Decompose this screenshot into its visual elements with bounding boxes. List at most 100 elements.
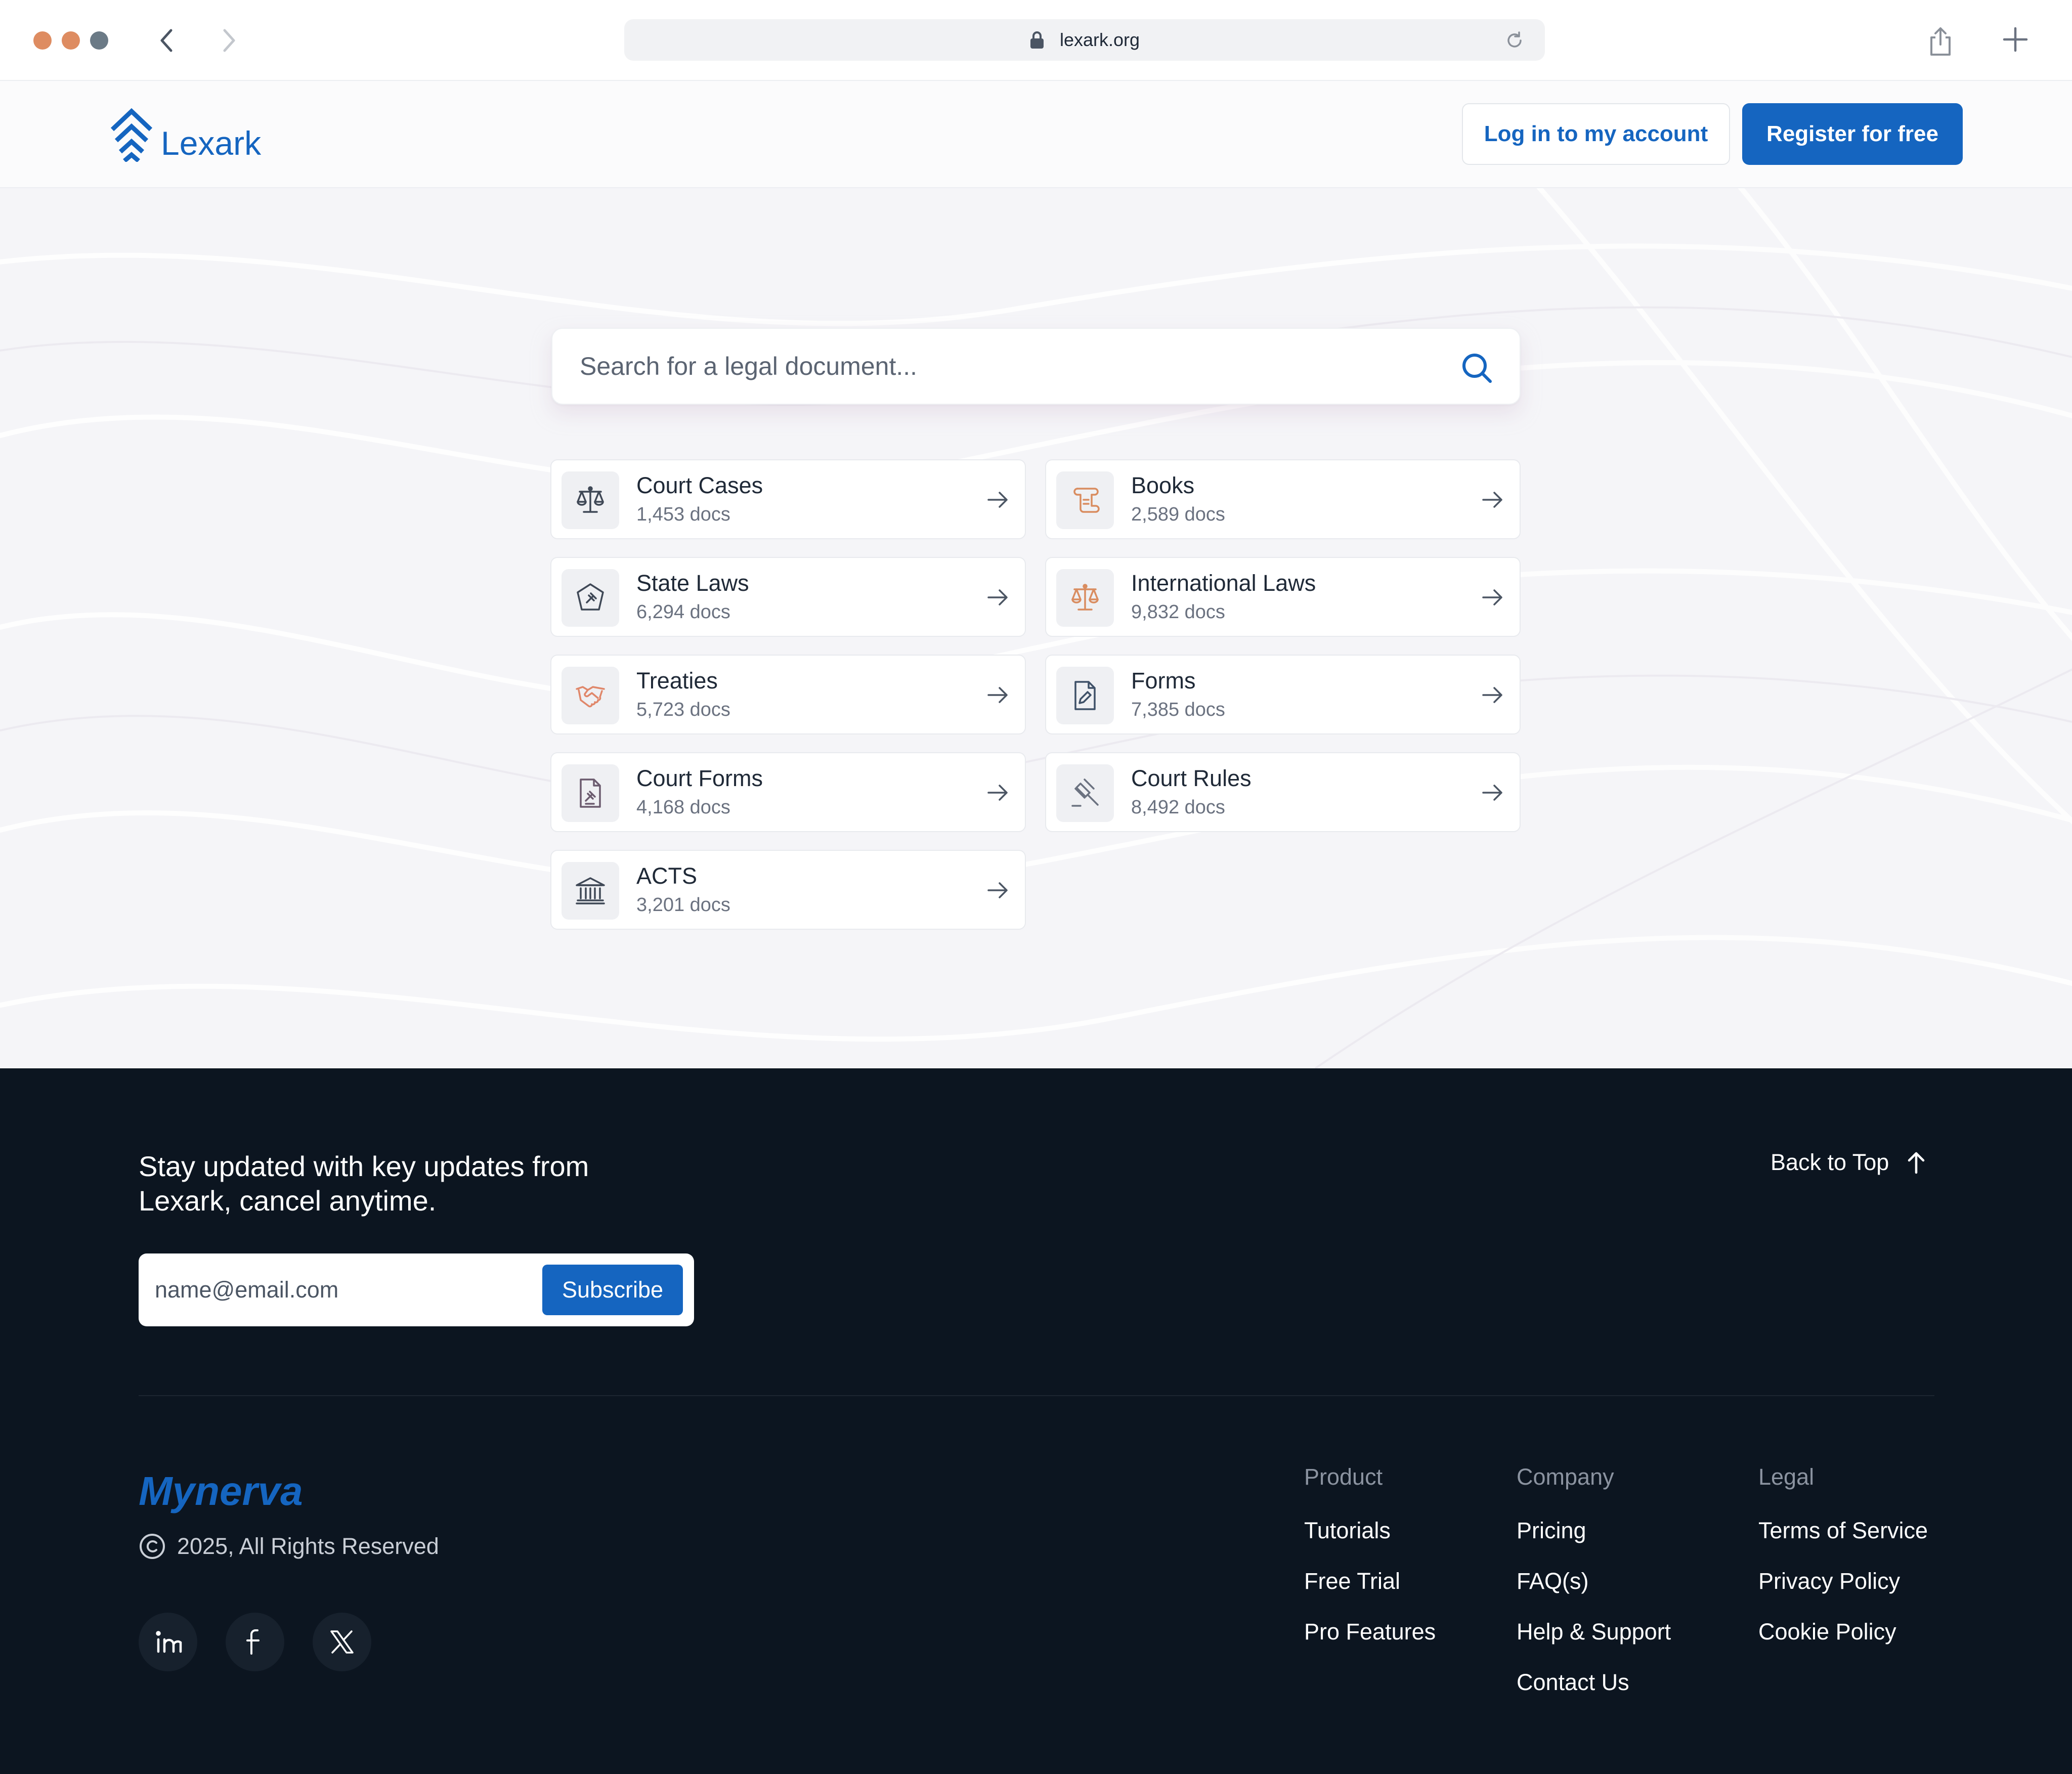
- category-title: Treaties: [636, 668, 718, 694]
- footer-link-help-support[interactable]: Help & Support: [1517, 1619, 1671, 1669]
- login-button[interactable]: Log in to my account: [1462, 103, 1730, 165]
- arrow-right-icon: [987, 785, 1008, 801]
- copyright-text: 2025, All Rights Reserved: [177, 1533, 439, 1559]
- category-card-international-laws[interactable]: International Laws 9,832 docs: [1045, 557, 1521, 637]
- footer-link-faqs[interactable]: FAQ(s): [1517, 1568, 1671, 1619]
- category-title: International Laws: [1131, 570, 1316, 596]
- category-icon-box: [1056, 667, 1114, 724]
- linkedin-icon: [156, 1631, 182, 1653]
- copyright: 2025, All Rights Reserved: [139, 1533, 439, 1560]
- browser-chrome: lexark.org: [0, 0, 2072, 81]
- lock-icon: [1030, 31, 1044, 49]
- footer-link-free-trial[interactable]: Free Trial: [1304, 1568, 1436, 1619]
- arrow-right-icon: [1482, 492, 1502, 508]
- category-count: 4,168 docs: [636, 797, 730, 818]
- brand-name: Lexark: [161, 124, 262, 162]
- category-title: State Laws: [636, 570, 749, 596]
- document-gavel-icon: [580, 778, 601, 808]
- footer-link-tutorials[interactable]: Tutorials: [1304, 1518, 1436, 1568]
- copyright-icon: [140, 1534, 165, 1559]
- arrow-right-icon: [1482, 687, 1502, 703]
- scroll-icon: [1073, 488, 1100, 513]
- category-card-court-cases[interactable]: Court Cases 1,453 docs: [550, 459, 1026, 539]
- x-link[interactable]: [313, 1613, 371, 1671]
- search-icon[interactable]: [1460, 351, 1493, 384]
- courthouse-icon: [576, 877, 605, 904]
- logo[interactable]: Lexark: [108, 107, 261, 162]
- newsletter-line-2: Lexark, cancel anytime.: [139, 1185, 437, 1217]
- category-card-court-rules[interactable]: Court Rules 8,492 docs: [1045, 752, 1521, 832]
- gavel-badge-icon: [577, 583, 604, 611]
- category-icon-box: [1056, 471, 1114, 529]
- category-icon-box: [1056, 764, 1114, 822]
- category-title: ACTS: [636, 863, 698, 889]
- category-count: 7,385 docs: [1131, 699, 1225, 720]
- footer-divider: [139, 1395, 1934, 1396]
- category-icon-box: [562, 667, 619, 724]
- footer-brand[interactable]: Mynerva: [139, 1468, 303, 1515]
- close-window-button[interactable]: [33, 31, 52, 50]
- category-count: 5,723 docs: [636, 699, 730, 720]
- share-icon[interactable]: [1927, 26, 1954, 57]
- footer-link-pro-features[interactable]: Pro Features: [1304, 1619, 1436, 1669]
- linkedin-link[interactable]: [139, 1613, 197, 1671]
- category-title: Books: [1131, 472, 1195, 498]
- category-count: 9,832 docs: [1131, 601, 1225, 623]
- subscribe-button[interactable]: Subscribe: [542, 1265, 683, 1315]
- arrow-up-icon: [1908, 1152, 1925, 1174]
- footer-link-cookies[interactable]: Cookie Policy: [1758, 1619, 1928, 1669]
- category-icon-box: [562, 764, 619, 822]
- category-card-acts[interactable]: ACTS 3,201 docs: [550, 850, 1026, 930]
- category-count: 8,492 docs: [1131, 797, 1225, 818]
- footer-link-contact-us[interactable]: Contact Us: [1517, 1669, 1671, 1720]
- footer-column-legal: Legal Terms of Service Privacy Policy Co…: [1758, 1464, 1928, 1669]
- forward-button[interactable]: [212, 24, 245, 57]
- maximize-window-button[interactable]: [90, 31, 108, 50]
- site-header: Lexark Log in to my account Register for…: [0, 81, 2072, 188]
- footer-column-heading: Company: [1517, 1464, 1614, 1490]
- scales-icon: [577, 486, 604, 513]
- category-icon-box: [562, 471, 619, 529]
- category-icon-box: [562, 569, 619, 627]
- category-card-books[interactable]: Books 2,589 docs: [1045, 459, 1521, 539]
- category-card-forms[interactable]: Forms 7,385 docs: [1045, 655, 1521, 734]
- arrow-right-icon: [1482, 589, 1502, 605]
- back-to-top-link[interactable]: Back to Top: [1771, 1149, 1929, 1176]
- address-bar[interactable]: lexark.org: [624, 19, 1545, 61]
- footer-link-terms[interactable]: Terms of Service: [1758, 1518, 1928, 1568]
- facebook-icon: [246, 1629, 260, 1655]
- new-tab-icon[interactable]: [2001, 25, 2030, 54]
- category-icon-box: [562, 862, 619, 920]
- window-controls: [33, 31, 108, 50]
- arrow-right-icon: [987, 882, 1008, 898]
- chevron-left-icon: [160, 29, 172, 52]
- hero-section: Court Cases 1,453 docs Books 2,589 docs: [0, 188, 2072, 1068]
- subscribe-form: Subscribe: [139, 1253, 694, 1326]
- category-grid: Court Cases 1,453 docs Books 2,589 docs: [550, 459, 1522, 940]
- back-button[interactable]: [151, 24, 183, 57]
- reload-icon[interactable]: [1504, 30, 1525, 51]
- search-bar: [551, 328, 1521, 405]
- gavel-icon: [1071, 778, 1099, 807]
- category-card-court-forms[interactable]: Court Forms 4,168 docs: [550, 752, 1026, 832]
- search-input[interactable]: [580, 329, 1409, 404]
- category-card-state-laws[interactable]: State Laws 6,294 docs: [550, 557, 1026, 637]
- x-icon: [330, 1630, 354, 1654]
- register-button[interactable]: Register for free: [1742, 103, 1963, 165]
- footer-column-product: Product Tutorials Free Trial Pro Feature…: [1304, 1464, 1436, 1669]
- handshake-icon: [576, 686, 605, 708]
- footer-column-heading: Legal: [1758, 1464, 1815, 1490]
- category-title: Court Rules: [1131, 765, 1251, 791]
- category-title: Court Forms: [636, 765, 763, 791]
- newsletter-line-1: Stay updated with key updates from: [139, 1150, 589, 1182]
- category-icon-box: [1056, 569, 1114, 627]
- facebook-link[interactable]: [226, 1613, 284, 1671]
- category-card-treaties[interactable]: Treaties 5,723 docs: [550, 655, 1026, 734]
- email-field[interactable]: [155, 1253, 519, 1326]
- category-count: 2,589 docs: [1131, 504, 1225, 525]
- footer-link-pricing[interactable]: Pricing: [1517, 1518, 1671, 1568]
- minimize-window-button[interactable]: [62, 31, 80, 50]
- category-title: Forms: [1131, 668, 1196, 694]
- arrow-right-icon: [987, 687, 1008, 703]
- footer-link-privacy[interactable]: Privacy Policy: [1758, 1568, 1928, 1619]
